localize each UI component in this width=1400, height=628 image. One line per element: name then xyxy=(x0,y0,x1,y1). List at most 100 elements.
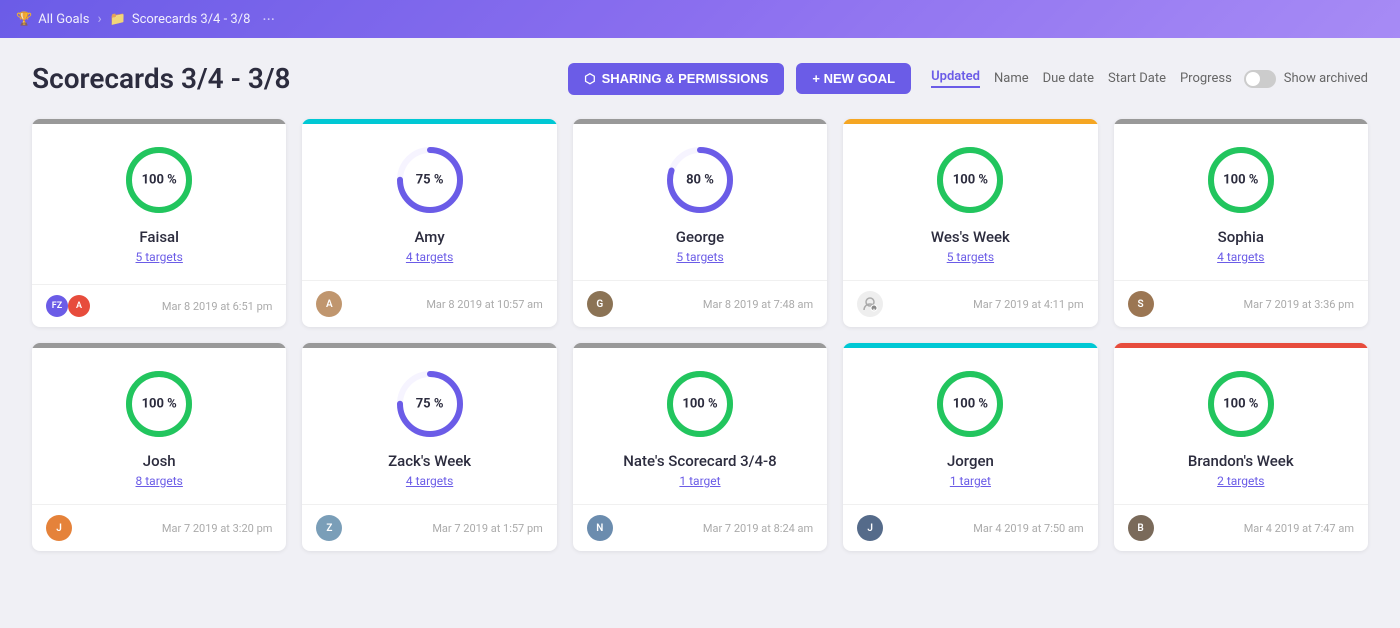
card-name: Amy xyxy=(414,228,444,246)
progress-label: 100 % xyxy=(142,173,177,188)
card-targets[interactable]: 1 target xyxy=(679,474,720,488)
progress-circle: 100 % xyxy=(123,368,195,440)
card-timestamp: Mar 7 2019 at 3:36 pm xyxy=(1162,298,1354,311)
card-timestamp: Mar 4 2019 at 7:50 am xyxy=(891,522,1083,535)
show-archived-row: Show archived xyxy=(1244,70,1368,88)
progress-circle: 75 % xyxy=(394,144,466,216)
card-body: 100 % Josh 8 targets xyxy=(32,348,286,504)
page-title: Scorecards 3/4 - 3/8 xyxy=(32,62,556,95)
show-archived-label: Show archived xyxy=(1284,71,1368,86)
card-body: 100 % Sophia 4 targets xyxy=(1114,124,1368,280)
card-footer: FZ A Mar 8 2019 at 6:51 pm xyxy=(32,284,286,327)
progress-label: 100 % xyxy=(142,397,177,412)
scorecard-card[interactable]: 80 % George 5 targets G Mar 8 2019 at 7:… xyxy=(573,119,827,327)
card-targets[interactable]: 4 targets xyxy=(1217,250,1264,264)
progress-circle: 100 % xyxy=(934,368,1006,440)
avatar: N xyxy=(587,515,613,541)
card-name: Jorgen xyxy=(947,452,994,470)
cards-grid: 100 % Faisal 5 targets FZ A Mar 8 2019 a… xyxy=(32,119,1368,551)
card-footer: Z Mar 7 2019 at 1:57 pm xyxy=(302,504,556,551)
progress-circle: 75 % xyxy=(394,368,466,440)
progress-label: 80 % xyxy=(686,173,714,188)
card-name: Nate's Scorecard 3/4-8 xyxy=(623,452,776,470)
progress-circle: 80 % xyxy=(664,144,736,216)
card-targets[interactable]: 8 targets xyxy=(136,474,183,488)
topbar-separator: › xyxy=(97,11,101,27)
card-body: 80 % George 5 targets xyxy=(573,124,827,280)
progress-circle: 100 % xyxy=(123,144,195,216)
avatar: G xyxy=(587,291,613,317)
card-body: 75 % Amy 4 targets xyxy=(302,124,556,280)
card-timestamp: Mar 8 2019 at 10:57 am xyxy=(350,298,542,311)
card-body: 75 % Zack's Week 4 targets xyxy=(302,348,556,504)
avatar-2: A xyxy=(68,295,90,317)
sort-start-date[interactable]: Start Date xyxy=(1108,71,1166,86)
card-targets[interactable]: 5 targets xyxy=(947,250,994,264)
header-row: Scorecards 3/4 - 3/8 ⬡ SHARING & PERMISS… xyxy=(32,62,1368,95)
progress-circle: 100 % xyxy=(1205,144,1277,216)
card-footer: A Mar 8 2019 at 10:57 am xyxy=(302,280,556,327)
avatar: + xyxy=(857,291,883,317)
card-targets[interactable]: 4 targets xyxy=(406,250,453,264)
card-body: 100 % Brandon's Week 2 targets xyxy=(1114,348,1368,504)
progress-label: 100 % xyxy=(1223,173,1258,188)
topbar-all-goals[interactable]: 🏆 All Goals xyxy=(16,12,89,27)
card-footer: J Mar 7 2019 at 3:20 pm xyxy=(32,504,286,551)
card-name: George xyxy=(676,228,724,246)
scorecard-card[interactable]: 75 % Zack's Week 4 targets Z Mar 7 2019 … xyxy=(302,343,556,551)
card-body: 100 % Faisal 5 targets xyxy=(32,124,286,284)
avatar: B xyxy=(1128,515,1154,541)
scorecard-card[interactable]: 100 % Sophia 4 targets S Mar 7 2019 at 3… xyxy=(1114,119,1368,327)
topbar-scorecard[interactable]: 📁 Scorecards 3/4 - 3/8 xyxy=(110,12,251,27)
sort-due-date[interactable]: Due date xyxy=(1043,71,1094,86)
card-name: Josh xyxy=(143,452,176,470)
share-icon: ⬡ xyxy=(584,71,595,87)
topbar-more-dots[interactable]: ··· xyxy=(262,10,275,29)
card-footer: S Mar 7 2019 at 3:36 pm xyxy=(1114,280,1368,327)
main-content: Scorecards 3/4 - 3/8 ⬡ SHARING & PERMISS… xyxy=(0,38,1400,575)
sort-progress[interactable]: Progress xyxy=(1180,71,1232,86)
progress-circle: 100 % xyxy=(934,144,1006,216)
card-timestamp: Mar 4 2019 at 7:47 am xyxy=(1162,522,1354,535)
scorecard-card[interactable]: 100 % Jorgen 1 target J Mar 4 2019 at 7:… xyxy=(843,343,1097,551)
sharing-permissions-button[interactable]: ⬡ SHARING & PERMISSIONS xyxy=(568,63,784,95)
folder-icon: 📁 xyxy=(110,12,126,27)
card-footer: + Mar 7 2019 at 4:11 pm xyxy=(843,280,1097,327)
card-timestamp: Mar 7 2019 at 8:24 am xyxy=(621,522,813,535)
scorecard-card[interactable]: 100 % Brandon's Week 2 targets B Mar 4 2… xyxy=(1114,343,1368,551)
card-name: Sophia xyxy=(1218,228,1264,246)
card-timestamp: Mar 8 2019 at 7:48 am xyxy=(621,298,813,311)
card-footer: J Mar 4 2019 at 7:50 am xyxy=(843,504,1097,551)
progress-circle: 100 % xyxy=(1205,368,1277,440)
card-body: 100 % Jorgen 1 target xyxy=(843,348,1097,504)
avatar: S xyxy=(1128,291,1154,317)
progress-label: 100 % xyxy=(682,397,717,412)
scorecard-card[interactable]: 75 % Amy 4 targets A Mar 8 2019 at 10:57… xyxy=(302,119,556,327)
progress-label: 75 % xyxy=(416,173,444,188)
scorecard-card[interactable]: 100 % Faisal 5 targets FZ A Mar 8 2019 a… xyxy=(32,119,286,327)
progress-label: 100 % xyxy=(1223,397,1258,412)
card-targets[interactable]: 5 targets xyxy=(676,250,723,264)
new-goal-button[interactable]: + NEW GOAL xyxy=(796,63,911,94)
progress-label: 100 % xyxy=(953,173,988,188)
card-timestamp: Mar 7 2019 at 4:11 pm xyxy=(891,298,1083,311)
topbar: 🏆 All Goals › 📁 Scorecards 3/4 - 3/8 ··· xyxy=(0,0,1400,38)
card-targets[interactable]: 4 targets xyxy=(406,474,453,488)
card-targets[interactable]: 5 targets xyxy=(136,250,183,264)
avatar: A xyxy=(316,291,342,317)
card-name: Wes's Week xyxy=(931,228,1010,246)
card-timestamp: Mar 7 2019 at 3:20 pm xyxy=(80,522,272,535)
scorecard-card[interactable]: 100 % Josh 8 targets J Mar 7 2019 at 3:2… xyxy=(32,343,286,551)
sort-name[interactable]: Name xyxy=(994,71,1029,86)
svg-text:+: + xyxy=(873,308,876,313)
card-footer: G Mar 8 2019 at 7:48 am xyxy=(573,280,827,327)
sort-options: Updated Name Due date Start Date Progres… xyxy=(931,69,1232,88)
show-archived-toggle[interactable] xyxy=(1244,70,1276,88)
card-targets[interactable]: 2 targets xyxy=(1217,474,1264,488)
card-name: Faisal xyxy=(139,228,179,246)
card-name: Zack's Week xyxy=(388,452,471,470)
sort-updated[interactable]: Updated xyxy=(931,69,980,88)
scorecard-card[interactable]: 100 % Wes's Week 5 targets + Mar 7 2019 … xyxy=(843,119,1097,327)
scorecard-card[interactable]: 100 % Nate's Scorecard 3/4-8 1 target N … xyxy=(573,343,827,551)
card-targets[interactable]: 1 target xyxy=(950,474,991,488)
